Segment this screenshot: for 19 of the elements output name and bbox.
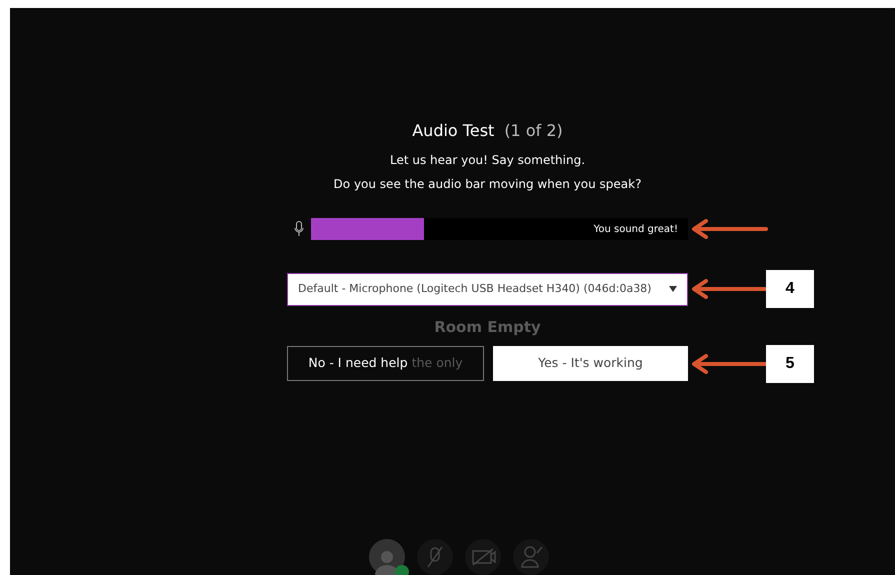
instruction-text: Let us hear you! Say something. <box>390 152 586 169</box>
help-button[interactable]: No - I need help the only <box>287 346 484 381</box>
step-number: 5 <box>766 344 814 382</box>
person-icon[interactable] <box>512 539 548 575</box>
camera-off-icon[interactable] <box>464 539 500 575</box>
room-status-text: Room Empty <box>434 317 541 338</box>
dialog-title: Audio Test <box>412 120 494 142</box>
microphone-off-icon[interactable] <box>416 539 452 575</box>
microphone-icon <box>294 221 304 237</box>
step-number: 4 <box>766 270 814 308</box>
background-text: the only <box>412 354 463 372</box>
confirm-button[interactable]: Yes - It's working <box>493 346 688 381</box>
arrow-icon <box>690 279 768 299</box>
step-counter: (1 of 2) <box>504 120 563 142</box>
instruction-text: Do you see the audio bar moving when you speak? <box>334 176 642 193</box>
status-text: You sound great! <box>594 222 679 236</box>
microphone-select[interactable]: Default - Microphone (Logitech USB Headset H340) (046d:0a38) <box>287 272 688 306</box>
dropdown-caret-icon <box>669 286 677 292</box>
arrow-icon <box>690 354 768 374</box>
